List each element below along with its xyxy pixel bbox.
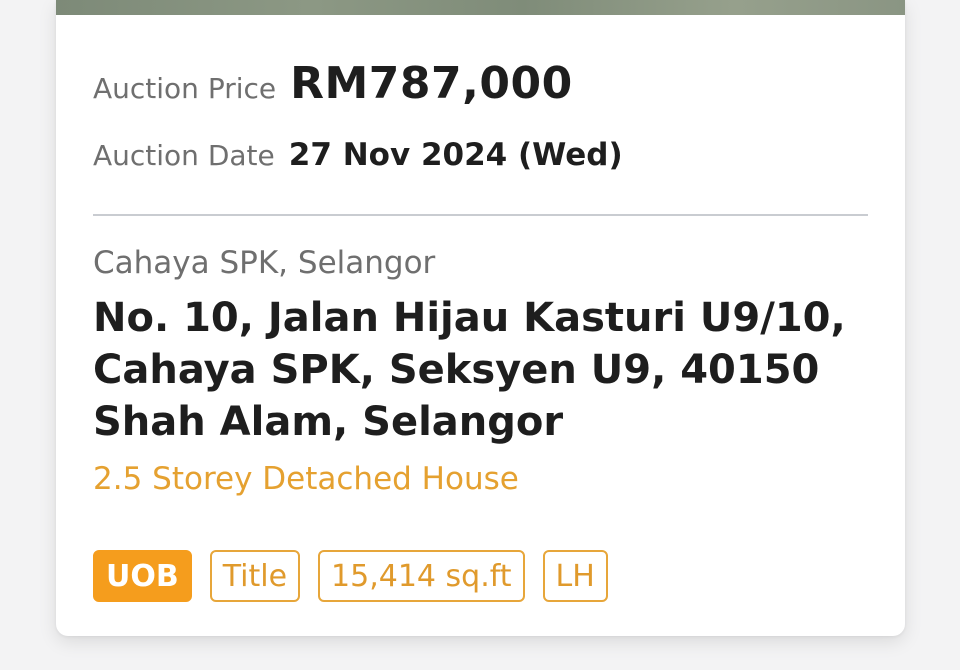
auction-date-label: Auction Date	[93, 139, 275, 172]
divider	[93, 214, 868, 216]
auction-price-value: RM787,000	[290, 58, 573, 109]
auction-date-row: Auction Date 27 Nov 2024 (Wed)	[93, 137, 623, 173]
tenure-tag: LH	[542, 550, 608, 602]
property-type: 2.5 Storey Detached House	[93, 461, 519, 497]
tag-list: UOB Title 15,414 sq.ft LH	[93, 550, 608, 602]
title-tag: Title	[209, 550, 301, 602]
auction-date-value: 27 Nov 2024 (Wed)	[288, 137, 623, 173]
property-area: Cahaya SPK, Selangor	[93, 245, 436, 281]
auction-price-row: Auction Price RM787,000	[93, 58, 573, 109]
property-address[interactable]: No. 10, Jalan Hijau Kasturi U9/10, Cahay…	[93, 292, 883, 448]
property-photo[interactable]	[56, 0, 905, 15]
size-tag: 15,414 sq.ft	[318, 550, 525, 602]
bank-tag: UOB	[93, 550, 192, 602]
listing-card[interactable]: Auction Price RM787,000 Auction Date 27 No…	[56, 0, 905, 636]
auction-price-label: Auction Price	[93, 72, 277, 105]
